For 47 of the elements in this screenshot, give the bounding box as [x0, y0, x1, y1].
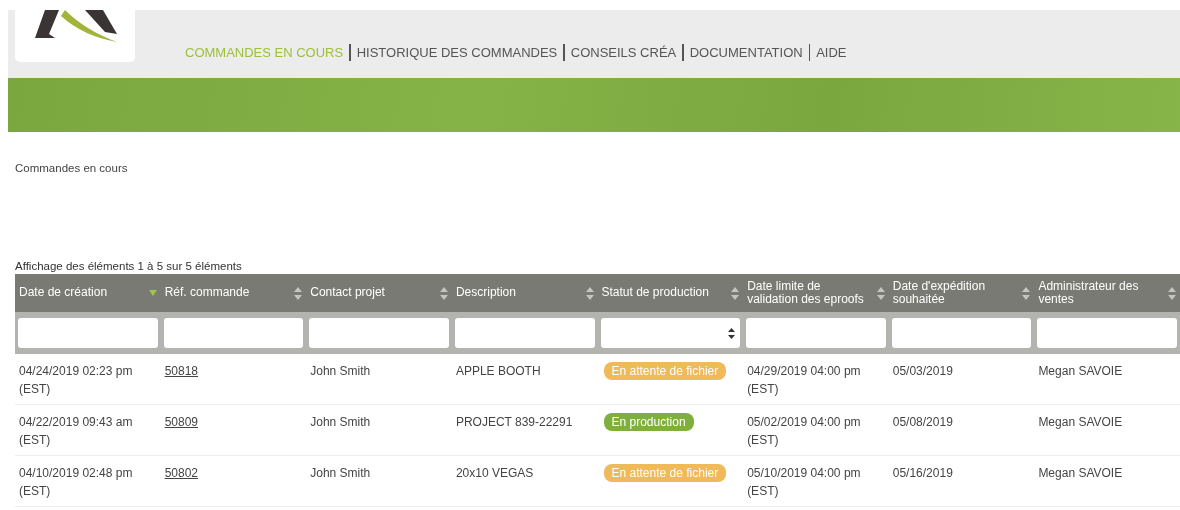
nav-tab[interactable]: DOCUMENTATION — [689, 45, 803, 60]
filter-field[interactable] — [891, 318, 1032, 348]
filter-select[interactable] — [600, 318, 741, 348]
status-badge: En attente de fichier — [603, 464, 727, 482]
table-cell: 20x10 VEGAS — [455, 466, 534, 480]
table-cell: John Smith — [310, 466, 371, 480]
filter-field[interactable] — [309, 318, 449, 348]
table-cell: 05/08/2019 — [892, 415, 953, 429]
order-link[interactable]: 50809 — [164, 415, 198, 429]
table-cell: Megan SAVOIE — [1038, 364, 1123, 378]
filter-field[interactable] — [746, 318, 886, 348]
filter-field[interactable] — [454, 318, 595, 348]
table-cell: John Smith — [310, 415, 371, 429]
table-cell: Megan SAVOIE — [1038, 415, 1123, 429]
table-cell: 04/10/2019 02:48 pm (EST) — [19, 466, 133, 498]
filter-field[interactable] — [1037, 318, 1177, 348]
column-header[interactable]: Statut de production — [597, 274, 744, 312]
table-cell: 05/03/2019 — [892, 364, 953, 378]
table-cell: PROJECT 839-22291 — [455, 415, 573, 429]
table-cell: John Smith — [310, 364, 371, 378]
filter-field[interactable] — [18, 318, 158, 348]
table-cell: 04/24/2019 02:23 pm (EST) — [19, 364, 133, 396]
nav-tab[interactable]: HISTORIQUE DES COMMANDES — [356, 45, 558, 60]
table-cell: 05/10/2019 04:00 pm (EST) — [747, 466, 861, 498]
status-badge: En attente de fichier — [603, 362, 727, 380]
status-badge: En production — [603, 413, 694, 431]
table-cell: 04/22/2019 09:43 am (EST) — [19, 415, 133, 447]
table-cell: 05/16/2019 — [892, 466, 953, 480]
table-cell: Megan SAVOIE — [1038, 466, 1123, 480]
page-title: Commandes en cours — [15, 162, 129, 174]
table-cell: APPLE BOOTH — [455, 364, 541, 378]
column-header[interactable]: Description — [451, 274, 598, 312]
table-caption: Affichage des éléments 1 à 5 sur 5 éléments — [15, 260, 243, 272]
select-arrows-icon — [728, 328, 736, 339]
column-header[interactable]: Date de création — [15, 274, 161, 312]
order-link[interactable]: 50818 — [164, 364, 198, 378]
column-header[interactable]: Contact projet — [306, 274, 452, 312]
table-cell: 04/29/2019 04:00 pm (EST) — [747, 364, 861, 396]
column-header[interactable]: Administrateur des ventes — [1034, 274, 1180, 312]
table-cell: 05/02/2019 04:00 pm (EST) — [747, 415, 861, 447]
nav-tab[interactable]: AIDE — [816, 45, 847, 60]
column-header[interactable]: Date d'expédition souhaitée — [888, 274, 1035, 312]
filter-field[interactable] — [163, 318, 304, 348]
nav-tab[interactable]: CONSEILS CRÉA — [570, 45, 677, 60]
order-link[interactable]: 50802 — [164, 466, 198, 480]
column-header[interactable]: Réf. commande — [160, 274, 307, 312]
column-header[interactable]: Date limite de validation des eproofs — [743, 274, 889, 312]
